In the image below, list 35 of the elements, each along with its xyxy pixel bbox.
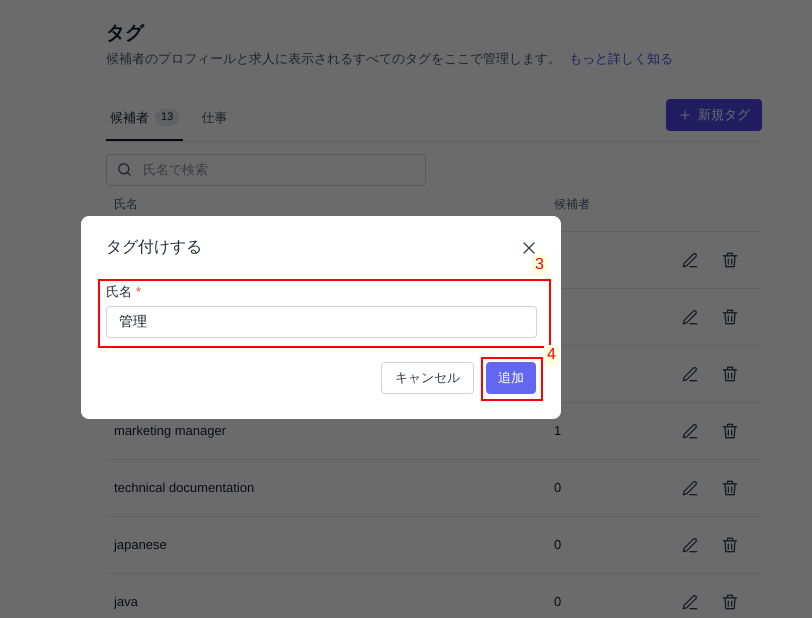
field-label: 氏名 xyxy=(106,284,132,300)
table-cell: 0 xyxy=(554,480,562,495)
table-cell: japanese xyxy=(114,536,167,552)
count-badge: 13 xyxy=(155,109,180,126)
trash-icon[interactable] xyxy=(720,364,740,384)
annotation-number: 4 xyxy=(544,345,559,365)
new-tag-button[interactable]: 新規タグ xyxy=(666,98,762,130)
page-title: タグ xyxy=(106,22,146,46)
tab[interactable]: 仕事 xyxy=(197,96,232,140)
annotation-number: 3 xyxy=(532,255,547,275)
trash-icon[interactable] xyxy=(720,306,740,326)
trash-icon[interactable] xyxy=(720,250,740,270)
column-header: 氏名 xyxy=(113,198,139,210)
search-icon xyxy=(116,160,133,178)
trash-icon[interactable] xyxy=(720,534,740,554)
column-header: 候補者 xyxy=(554,198,590,210)
required-mark: * xyxy=(136,284,142,300)
dialog-title: タグ付けする xyxy=(106,238,202,258)
trash-icon[interactable] xyxy=(720,420,740,440)
plus-icon xyxy=(678,108,692,122)
trash-icon[interactable] xyxy=(720,592,740,612)
table-cell: marketing manager xyxy=(114,422,226,438)
table-cell: java xyxy=(114,594,138,609)
name-field[interactable]: 管理 xyxy=(106,306,537,338)
table-cell: 0 xyxy=(554,594,562,609)
table-cell: 0 xyxy=(554,536,562,552)
tab[interactable]: 候補者 13 xyxy=(106,96,184,140)
table-cell: technical documentation xyxy=(114,480,254,495)
add-button[interactable]: 追加 xyxy=(486,362,536,394)
page-description: 候補者のプロフィールと求人に表示されるすべてのタグをここで管理します。 xyxy=(106,50,561,68)
learn-more-link[interactable]: もっと詳しく知る xyxy=(569,49,673,68)
cancel-button[interactable]: キャンセル xyxy=(381,362,474,394)
table-cell: 1 xyxy=(554,422,562,438)
trash-icon[interactable] xyxy=(720,478,740,498)
annotation-box xyxy=(481,357,543,401)
